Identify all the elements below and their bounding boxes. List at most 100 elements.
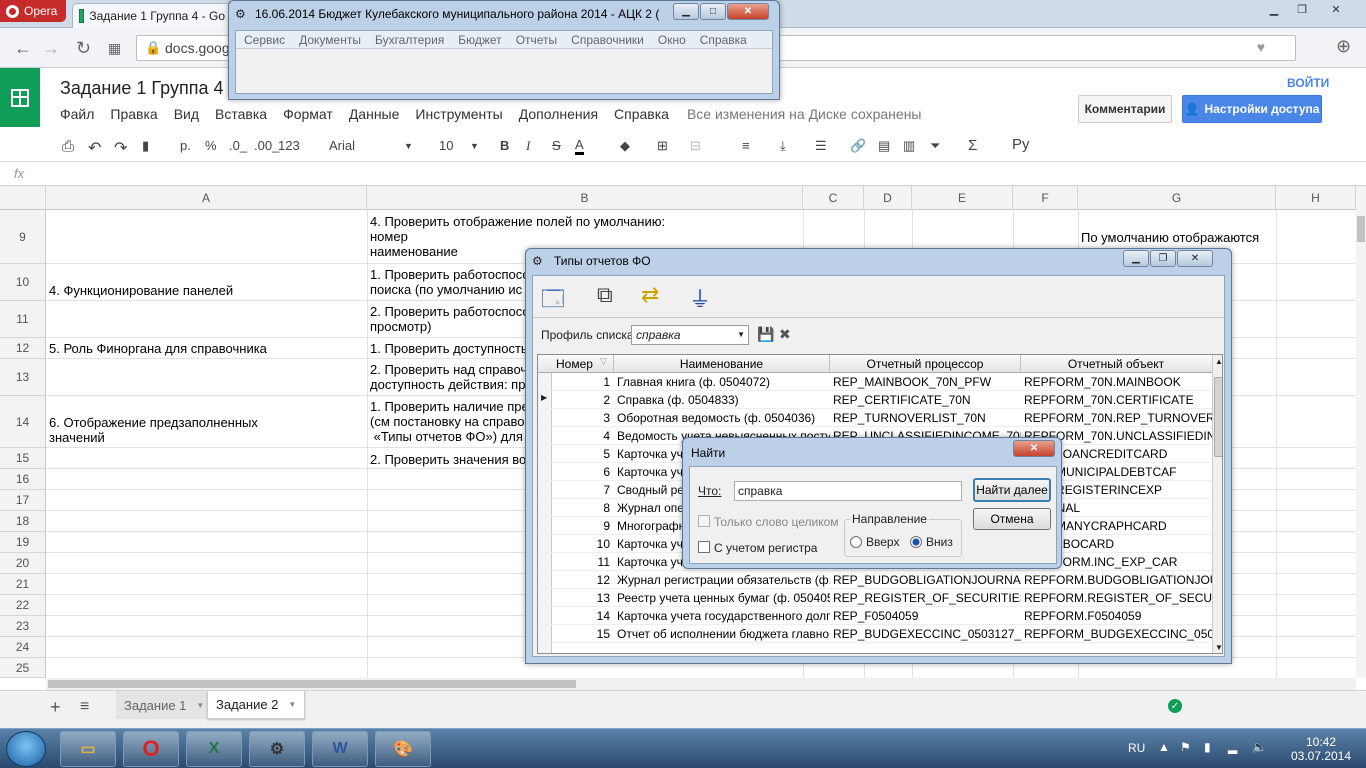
tray-arrow-icon[interactable]: ▲	[1158, 740, 1170, 754]
menu-addons[interactable]: Дополнения	[519, 106, 598, 122]
direction-down-radio[interactable]	[910, 536, 922, 548]
battery-icon[interactable]: ▮	[1204, 740, 1211, 754]
share-button[interactable]: 👤 Настройки доступа	[1182, 95, 1322, 123]
browser-tab-sheets[interactable]: Задание 1 Группа 4 - Go	[72, 3, 232, 28]
document-title[interactable]: Задание 1 Группа 4	[60, 78, 223, 99]
formula-bar[interactable]: fx	[0, 162, 1366, 186]
header-name[interactable]: Наименование	[614, 355, 830, 373]
ack-menu-window[interactable]: Окно	[658, 33, 686, 47]
row-header-19[interactable]: 19	[0, 532, 46, 553]
menu-file[interactable]: Файл	[60, 106, 94, 122]
decrease-decimal-button[interactable]: .0_	[229, 138, 247, 153]
print-icon[interactable]: ⎙	[62, 138, 74, 155]
report-row[interactable]: 1 Главная книга (ф. 0504072) REP_MAINBOOK_…	[538, 373, 1212, 391]
reload-icon[interactable]: ↻	[76, 38, 91, 59]
bookmark-heart-icon[interactable]: ♥	[1257, 39, 1265, 55]
filter-icon[interactable]: ⏷	[930, 138, 940, 154]
start-button[interactable]	[6, 731, 46, 767]
ack-menu-budget[interactable]: Бюджет	[458, 33, 501, 47]
merge-cells-icon[interactable]: ⊟	[690, 138, 701, 154]
report-row[interactable]: 12 Журнал регистрации обязательств (ф. 05…	[538, 571, 1212, 589]
close-icon[interactable]: ✕	[1316, 0, 1356, 18]
explorer-taskbar-icon[interactable]: ▭	[60, 731, 116, 767]
opera-menu-button[interactable]: Opera	[0, 0, 66, 22]
menu-insert[interactable]: Вставка	[215, 106, 267, 122]
comment-icon[interactable]: ▤	[878, 138, 890, 154]
minimize-icon[interactable]: ▁	[673, 3, 699, 20]
sheet-tab-2[interactable]: Задание 2 ▼	[207, 691, 306, 719]
volume-icon[interactable]: 🔈	[1252, 740, 1267, 754]
paint-format-icon[interactable]: ▮	[142, 138, 149, 154]
row-header-18[interactable]: 18	[0, 511, 46, 532]
text-wrap-icon[interactable]: ☰	[815, 138, 827, 154]
report-row[interactable]: 14 Карточка учета государственного долга …	[538, 607, 1212, 625]
close-icon[interactable]: ✕	[727, 3, 769, 20]
header-object[interactable]: Отчетный объект	[1021, 355, 1211, 373]
cell-a12[interactable]: 5. Роль Финоргана для справочника	[49, 341, 365, 356]
input-tools-button[interactable]: Ру	[1012, 136, 1030, 153]
language-indicator[interactable]: RU	[1128, 741, 1145, 755]
row-header-21[interactable]: 21	[0, 574, 46, 595]
borders-icon[interactable]: ⊞	[657, 138, 668, 154]
link-icon[interactable]: 🔗	[850, 138, 866, 154]
clock[interactable]: 10:42 03.07.2014	[1286, 735, 1356, 763]
minimize-icon[interactable]: ▁	[1260, 0, 1288, 18]
column-header-g[interactable]: G	[1078, 186, 1276, 210]
column-header-c[interactable]: C	[803, 186, 864, 210]
minimize-icon[interactable]: ▁	[1123, 250, 1149, 267]
sheets-logo[interactable]	[0, 68, 40, 127]
cancel-button[interactable]: Отмена	[973, 508, 1051, 530]
menu-view[interactable]: Вид	[174, 106, 199, 122]
align-left-icon[interactable]: ≡	[742, 138, 750, 153]
find-what-input[interactable]: справка	[734, 481, 962, 501]
row-header-25[interactable]: 25	[0, 658, 46, 678]
report-row[interactable]: 3 Оборотная ведомость (ф. 0504036) REP_TUR…	[538, 409, 1212, 427]
menu-help[interactable]: Справка	[614, 106, 669, 122]
report-row[interactable]: 15 Отчет об исполнении бюджета главного р…	[538, 625, 1212, 643]
currency-format-button[interactable]: р.	[180, 138, 191, 153]
row-header-10[interactable]: 10	[0, 264, 46, 301]
profile-select[interactable]: справка ▼	[631, 325, 749, 345]
bold-button[interactable]: B	[500, 138, 509, 153]
grid-vertical-scrollbar[interactable]: ▲ ▼	[1212, 355, 1222, 653]
redo-icon[interactable]: ↷	[114, 138, 127, 158]
row-header-22[interactable]: 22	[0, 595, 46, 616]
vertical-align-icon[interactable]: ⤓	[780, 138, 786, 154]
row-header-14[interactable]: 14	[0, 396, 46, 448]
vertical-scrollbar[interactable]	[1356, 186, 1366, 678]
direction-up-radio[interactable]	[850, 536, 862, 548]
select-all-corner[interactable]	[0, 186, 46, 210]
network-icon[interactable]: ▂	[1228, 740, 1237, 754]
ack-menu-references[interactable]: Справочники	[571, 33, 644, 47]
italic-button[interactable]: I	[526, 138, 530, 154]
row-header-11[interactable]: 11	[0, 301, 46, 338]
cell-b11[interactable]: 2. Проверить работоспосо просмотр)	[370, 304, 530, 334]
explore-check-icon[interactable]: ✓	[1168, 699, 1182, 713]
row-header-20[interactable]: 20	[0, 553, 46, 574]
all-sheets-icon[interactable]: ≡	[80, 698, 89, 716]
login-link[interactable]: ВОЙТИ	[1287, 76, 1329, 90]
opera-taskbar-icon[interactable]: O	[123, 731, 179, 767]
excel-taskbar-icon[interactable]: X	[186, 731, 242, 767]
row-header-17[interactable]: 17	[0, 490, 46, 511]
undo-icon[interactable]: ↶	[88, 138, 101, 158]
find-next-button[interactable]: Найти далее	[973, 478, 1051, 502]
row-header-9[interactable]: 9	[0, 210, 46, 264]
ack-menu-service[interactable]: Сервис	[244, 33, 285, 47]
report-row[interactable]: 13 Реестр учета ценных бумаг (ф. 0504056)…	[538, 589, 1212, 607]
row-header-12[interactable]: 12	[0, 338, 46, 359]
menu-format[interactable]: Формат	[283, 106, 333, 122]
cell-b13[interactable]: 2. Проверить над справоч доступность дей…	[370, 362, 530, 392]
ack-menu-accounting[interactable]: Бухгалтерия	[375, 33, 444, 47]
flag-icon[interactable]: ⚑	[1180, 740, 1191, 754]
maximize-icon[interactable]: □	[700, 3, 726, 20]
chart-icon[interactable]: ▥	[903, 138, 915, 154]
cell-b12[interactable]: 1. Проверить доступность	[370, 341, 530, 356]
match-case-checkbox[interactable]	[698, 541, 710, 553]
delete-profile-icon[interactable]: ✖	[779, 326, 791, 343]
back-icon[interactable]: ←	[14, 38, 32, 59]
cell-g9[interactable]: По умолчанию отображаются	[1081, 230, 1275, 245]
row-header-24[interactable]: 24	[0, 637, 46, 658]
number-format-button[interactable]: 123	[278, 138, 300, 153]
close-icon[interactable]: ✕	[1177, 250, 1213, 267]
